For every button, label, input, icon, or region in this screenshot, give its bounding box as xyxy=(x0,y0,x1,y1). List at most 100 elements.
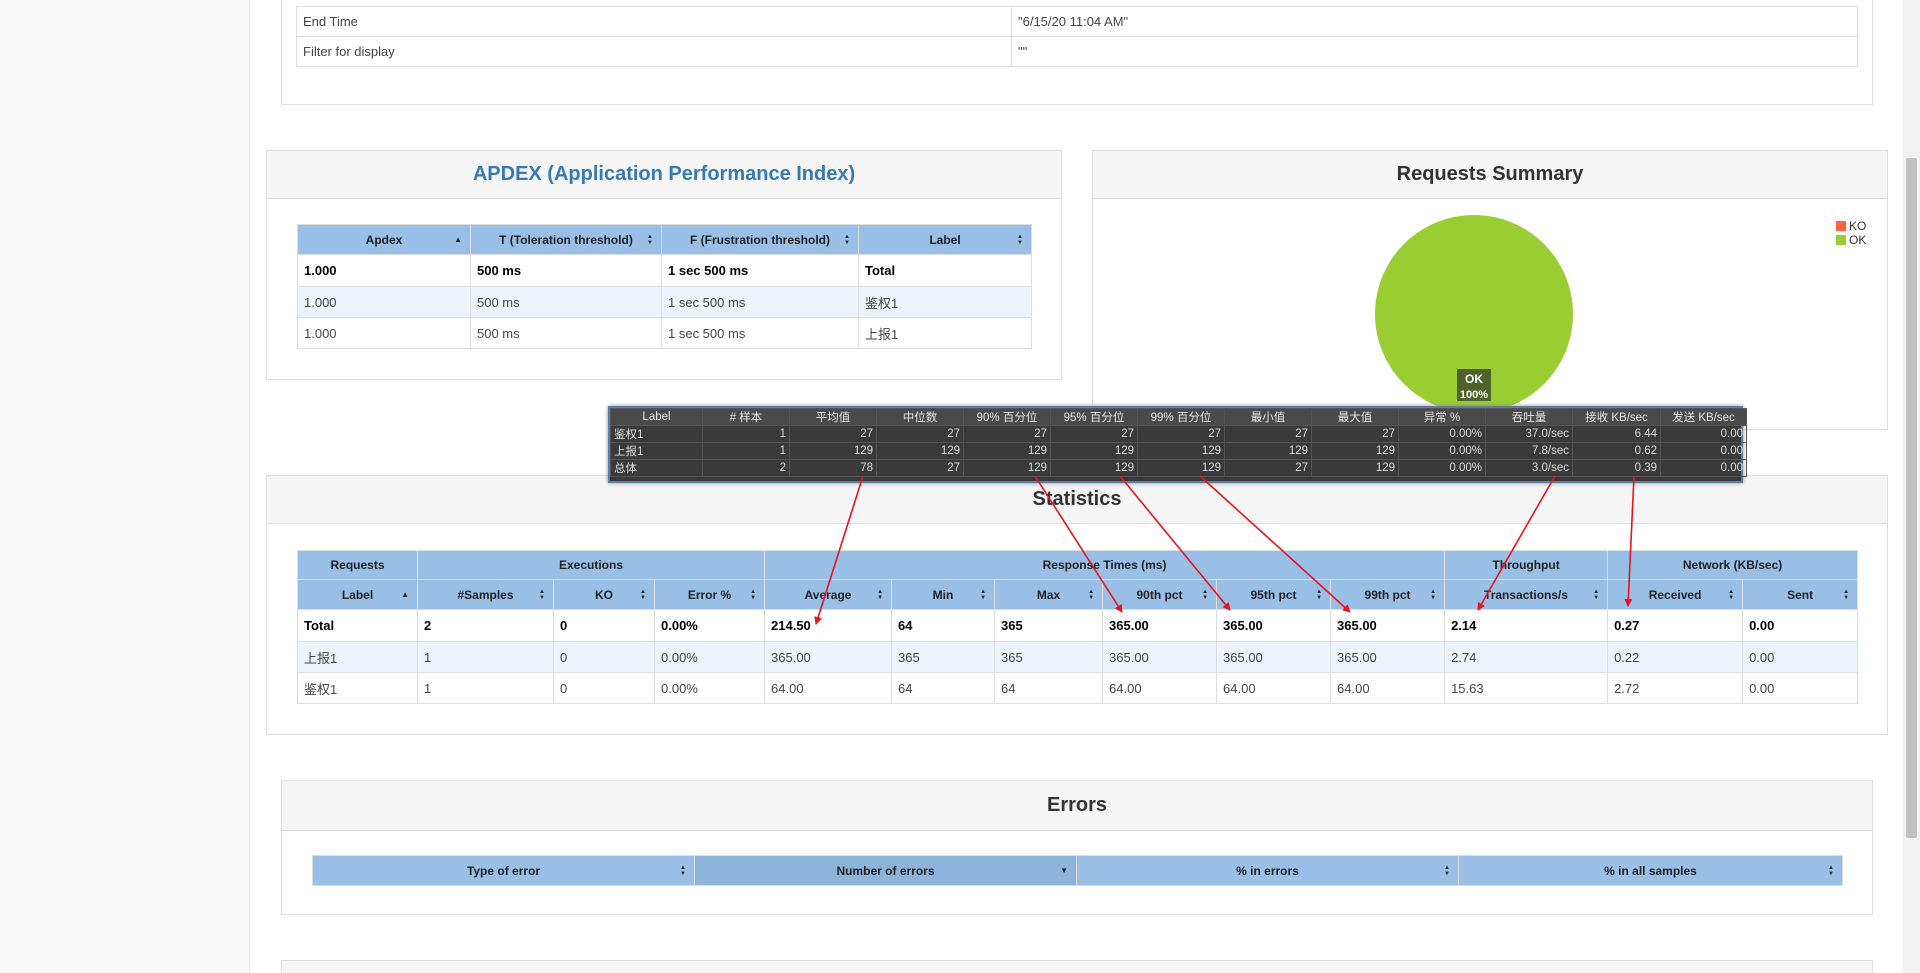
apdex-cell: 1.000 xyxy=(297,286,471,318)
errors-col-number[interactable]: Number of errors xyxy=(694,855,1077,886)
table-row: 1.000 500 ms 1 sec 500 ms 鉴权1 xyxy=(297,286,1032,318)
stats-col-99th[interactable]: 99th pct xyxy=(1330,579,1446,610)
apdex-col-toleration[interactable]: T (Toleration threshold) xyxy=(470,224,662,255)
apdex-cell: 1 sec 500 ms xyxy=(661,286,859,318)
apdex-cell: 1 sec 500 ms xyxy=(661,254,859,287)
vertical-scrollbar[interactable] xyxy=(1903,0,1920,973)
errors-col-pct-errors[interactable]: % in errors xyxy=(1076,855,1459,886)
overlay-cell: 0.00% xyxy=(1398,425,1486,443)
apdex-col-frustration[interactable]: F (Frustration threshold) xyxy=(661,224,859,255)
stats-col-min[interactable]: Min xyxy=(891,579,996,610)
stats-cell: 2.74 xyxy=(1444,641,1609,673)
overlay-cell: 上报1 xyxy=(610,442,703,460)
stats-cell: 365.00 xyxy=(1102,641,1218,673)
table-row: 鉴权1 1 0 0.00% 64.00 64 64 64.00 64.00 64… xyxy=(297,672,1859,704)
stats-cell: 2 xyxy=(417,609,554,642)
apdex-cell: 1.000 xyxy=(297,317,471,349)
stats-col-average[interactable]: Average xyxy=(764,579,893,610)
stats-cell: 0.27 xyxy=(1607,609,1744,642)
overlay-header: 90% 百分位 xyxy=(963,408,1051,426)
table-row: 上报1 1 0 0.00% 365.00 365 365 365.00 365.… xyxy=(297,641,1859,673)
next-panel-stub xyxy=(281,960,1873,973)
stats-header-row: Label #Samples KO Error % Average Min Ma… xyxy=(297,579,1859,610)
overlay-cell: 27 xyxy=(1311,425,1399,443)
overlay-header: 最小值 xyxy=(1224,408,1312,426)
stats-col-sent[interactable]: Sent xyxy=(1742,579,1859,610)
stats-cell: 1 xyxy=(417,641,554,673)
overlay-header: 平均值 xyxy=(789,408,877,426)
overlay-cell: 0.00% xyxy=(1398,459,1486,477)
stats-cell: 365.00 xyxy=(1216,609,1332,642)
apdex-cell: 鉴权1 xyxy=(858,286,1032,318)
stats-cell: 64.00 xyxy=(764,672,893,704)
stats-cell: Total xyxy=(297,609,418,642)
stats-col-samples[interactable]: #Samples xyxy=(417,579,554,610)
info-value: "" xyxy=(1011,36,1858,67)
overlay-cell: 129 xyxy=(1311,442,1399,460)
statistics-table: Requests Executions Response Times (ms) … xyxy=(297,550,1859,704)
overlay-cell: 0.39 xyxy=(1572,459,1661,477)
stats-group-header-row: Requests Executions Response Times (ms) … xyxy=(297,550,1859,580)
stats-cell: 365.00 xyxy=(1330,609,1446,642)
stats-cell: 365.00 xyxy=(1216,641,1332,673)
stats-cell: 2.14 xyxy=(1444,609,1609,642)
apdex-cell: Total xyxy=(858,254,1032,287)
stats-cell: 365 xyxy=(891,641,996,673)
stats-cell: 0.00% xyxy=(653,641,766,673)
legend-label: OK xyxy=(1849,233,1867,247)
overlay-cell: 0.62 xyxy=(1572,442,1661,460)
overlay-cell: 0.00 xyxy=(1660,425,1747,443)
overlay-cell: 27 xyxy=(789,425,877,443)
info-table: End Time "6/15/20 11:04 AM" Filter for d… xyxy=(296,6,1858,67)
stats-cell: 15.63 xyxy=(1444,672,1609,704)
overlay-cell: 总体 xyxy=(610,459,703,477)
overlay-cell: 27 xyxy=(876,425,964,443)
stats-col-max[interactable]: Max xyxy=(994,579,1104,610)
overlay-cell: 27 xyxy=(876,459,964,477)
overlay-header: 发送 KB/sec xyxy=(1660,408,1747,426)
stats-cell: 365.00 xyxy=(764,641,893,673)
apdex-cell: 上报1 xyxy=(858,317,1032,349)
stats-cell: 64.00 xyxy=(1216,672,1332,704)
stats-cell: 2.72 xyxy=(1607,672,1744,704)
stats-col-error[interactable]: Error % xyxy=(653,579,766,610)
overlay-cell: 2 xyxy=(702,459,790,477)
overlay-cell: 鉴权1 xyxy=(610,425,703,443)
table-row: 1.000 500 ms 1 sec 500 ms Total xyxy=(297,254,1032,287)
stats-cell: 64.00 xyxy=(1330,672,1446,704)
scrollbar-thumb[interactable] xyxy=(1906,158,1917,838)
legend-item-ok[interactable]: OK xyxy=(1836,233,1866,247)
stats-col-received[interactable]: Received xyxy=(1607,579,1744,610)
stats-col-ko[interactable]: KO xyxy=(553,579,655,610)
overlay-cell: 1 xyxy=(702,442,790,460)
stats-cell: 365.00 xyxy=(1102,609,1218,642)
stats-col-90th[interactable]: 90th pct xyxy=(1102,579,1218,610)
overlay-cell: 0.00% xyxy=(1398,442,1486,460)
apdex-col-apdex[interactable]: Apdex xyxy=(297,224,471,255)
overlay-header: 接收 KB/sec xyxy=(1572,408,1661,426)
stats-cell: 365 xyxy=(994,609,1104,642)
errors-col-type[interactable]: Type of error xyxy=(312,855,695,886)
stats-cell: 365.00 xyxy=(1330,641,1446,673)
legend-item-ko[interactable]: KO xyxy=(1836,219,1866,233)
overlay-cell: 129 xyxy=(789,442,877,460)
overlay-cell: 27 xyxy=(1224,425,1312,443)
stats-cell: 0.00 xyxy=(1742,609,1859,642)
errors-col-pct-samples[interactable]: % in all samples xyxy=(1458,855,1843,886)
stats-cell: 64 xyxy=(891,609,996,642)
stats-cell: 鉴权1 xyxy=(297,672,418,704)
statistics-title: Statistics xyxy=(267,476,1887,524)
stats-col-transactions[interactable]: Transactions/s xyxy=(1444,579,1609,610)
apdex-col-label[interactable]: Label xyxy=(858,224,1032,255)
overlay-cell: 129 xyxy=(1050,442,1138,460)
stats-col-95th[interactable]: 95th pct xyxy=(1216,579,1332,610)
apdex-cell: 1 sec 500 ms xyxy=(661,317,859,349)
overlay-table: Label # 样本 平均值 中位数 90% 百分位 95% 百分位 99% 百… xyxy=(610,408,1747,477)
overlay-cell: 129 xyxy=(1050,459,1138,477)
overlay-cell: 129 xyxy=(1311,459,1399,477)
overlay-cell: 129 xyxy=(1137,442,1225,460)
legend-label: KO xyxy=(1849,219,1867,233)
stats-col-label[interactable]: Label xyxy=(297,579,418,610)
requests-summary-pie[interactable]: OK 100% xyxy=(1370,210,1580,410)
group-throughput: Throughput xyxy=(1444,550,1609,580)
